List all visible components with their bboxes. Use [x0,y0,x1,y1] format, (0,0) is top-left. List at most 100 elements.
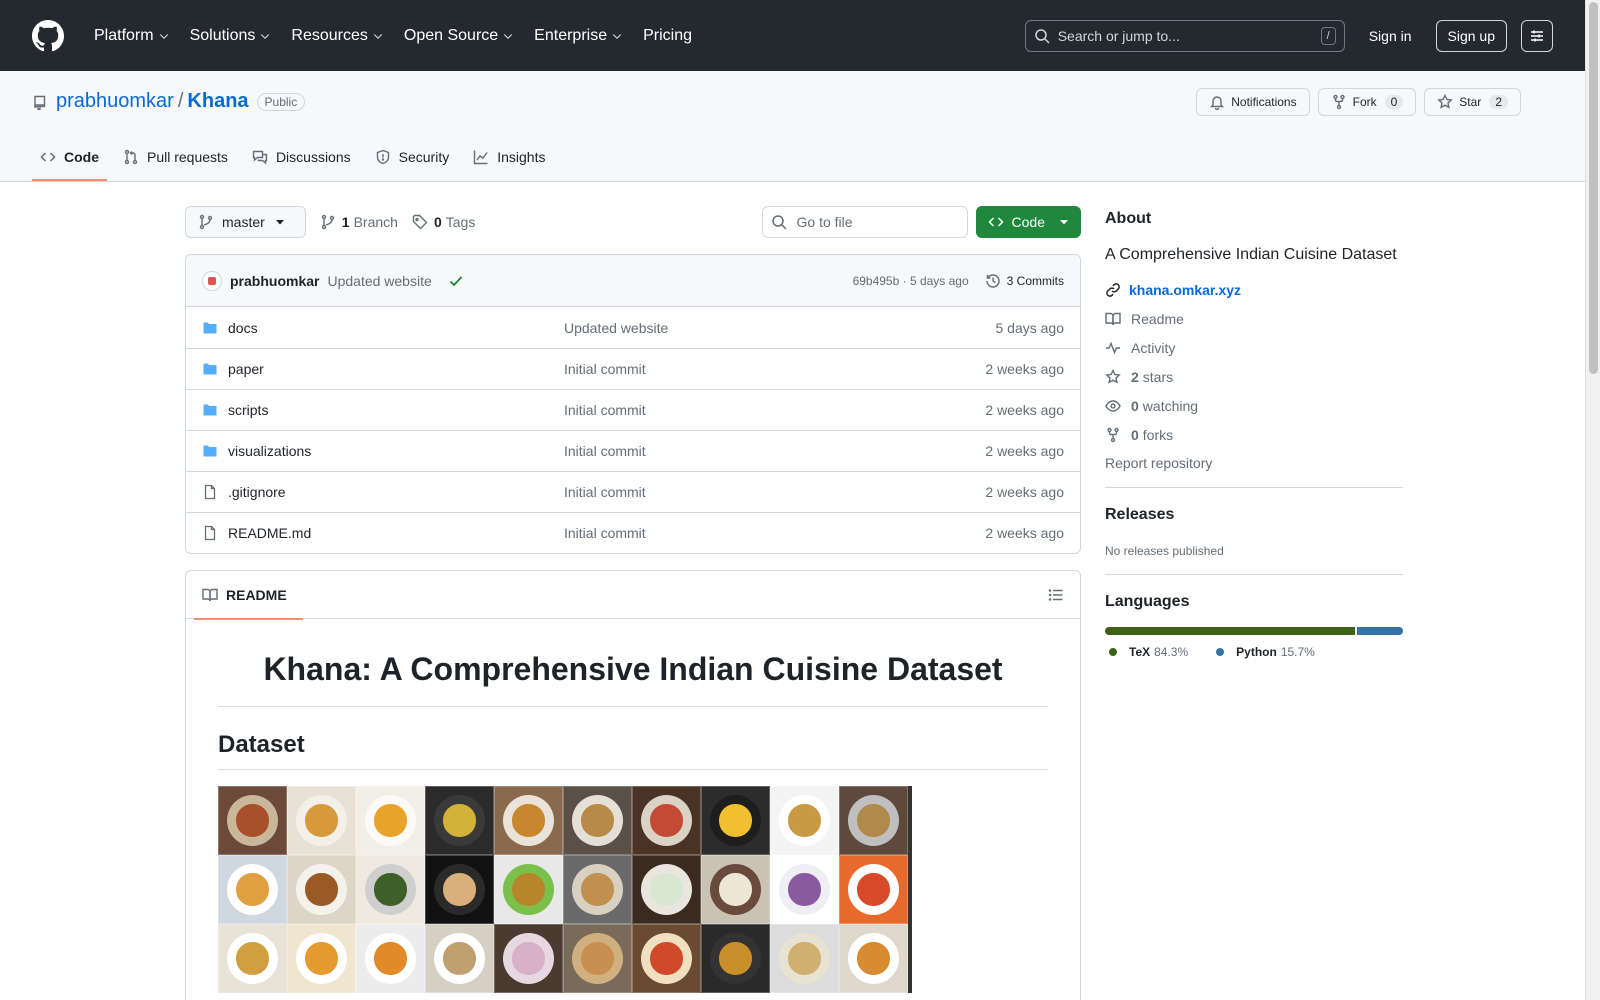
file-row[interactable]: paper Initial commit 2 weeks ago [186,348,1080,389]
commits-history-link[interactable]: 3 Commits [985,273,1064,289]
language-color-dot [1216,648,1225,656]
tags-link[interactable]: 0 Tags [412,214,475,230]
website-link[interactable]: khana.omkar.xyz [1105,282,1403,298]
tab-code[interactable]: Code [32,133,107,181]
page-scrollbar[interactable] [1585,0,1600,1000]
github-logo-icon[interactable] [32,19,64,52]
report-repository-link[interactable]: Report repository [1105,455,1403,471]
sign-in-link[interactable]: Sign in [1369,28,1412,44]
file-commit-message[interactable]: Updated website [564,320,996,336]
fork-button[interactable]: Fork 0 [1317,88,1417,116]
folder-icon [203,322,217,333]
nav-open-source[interactable]: Open Source [396,20,522,52]
file-commit-message[interactable]: Initial commit [564,525,985,541]
chevron-down-icon [612,33,622,39]
star-label: Star [1459,95,1482,109]
nav-platform[interactable]: Platform [86,20,178,52]
file-icon [204,525,216,541]
food-photo-tile [701,924,770,993]
commit-author-link[interactable]: prabhuomkar [230,273,319,289]
code-icon [40,152,56,162]
nav-enterprise[interactable]: Enterprise [526,20,631,52]
notifications-button[interactable]: Notifications [1196,88,1310,116]
sign-up-button[interactable]: Sign up [1435,19,1507,52]
file-name-link[interactable]: docs [228,320,564,336]
file-commit-message[interactable]: Initial commit [564,402,985,418]
food-photo-tile [494,855,563,924]
code-dropdown-button[interactable]: Code [975,206,1081,238]
food-photo-tile [494,786,563,855]
file-name-link[interactable]: paper [228,361,564,377]
food-photo-tile [563,786,632,855]
file-name-link[interactable]: .gitignore [228,484,564,500]
file-name-link[interactable]: README.md [228,525,564,541]
go-to-file-input[interactable]: Go to file [761,206,968,238]
caret-down-icon [275,220,284,225]
commit-meta: 69b495b · 5 days ago 3 Commits [853,273,1064,289]
tab-pull-requests[interactable]: Pull requests [115,133,236,181]
check-icon[interactable] [448,273,464,289]
commit-message-link[interactable]: Updated website [327,273,431,289]
readme-link[interactable]: Readme [1105,311,1403,327]
pull-request-icon [124,149,138,165]
branch-count: 1 [341,214,350,230]
language-item[interactable]: Python 15.7% [1212,645,1315,659]
tab-discussions[interactable]: Discussions [244,133,359,181]
git-branch-icon [199,214,213,230]
search-icon [1034,28,1050,44]
tab-insights[interactable]: Insights [465,133,553,181]
file-row[interactable]: docs Updated website 5 days ago [186,307,1080,348]
nav-label: Enterprise [534,26,608,44]
avatar[interactable] [202,270,222,291]
nav-solutions[interactable]: Solutions [182,20,280,52]
file-row[interactable]: README.md Initial commit 2 weeks ago [186,512,1080,553]
file-commit-message[interactable]: Initial commit [564,361,985,377]
file-row[interactable]: visualizations Initial commit 2 weeks ago [186,430,1080,471]
food-photo-tile [701,855,770,924]
branch-selector[interactable]: master [185,206,306,238]
file-commit-message[interactable]: Initial commit [564,484,985,500]
forks-link[interactable]: 0 forks [1105,427,1403,443]
file-commit-date: 5 days ago [995,319,1065,336]
language-percent: 15.7% [1280,645,1315,659]
file-commit-message[interactable]: Initial commit [564,443,985,459]
food-photo-tile [425,786,494,855]
language-bar-segment [1105,627,1355,635]
repo-name-link[interactable]: Khana [187,90,248,113]
about-heading: About [1105,210,1152,227]
releases-heading[interactable]: Releases [1105,506,1403,524]
outline-list-icon[interactable] [1048,587,1064,603]
star-button[interactable]: Star 2 [1424,88,1521,116]
dataset-image-collage [218,786,912,993]
star-icon [1105,369,1121,384]
nav-resources[interactable]: Resources [283,20,391,52]
commit-hash-time[interactable]: 69b495b · 5 days ago [853,274,969,288]
readme-tab[interactable]: README [194,571,303,620]
activity-link[interactable]: Activity [1105,340,1403,356]
food-photo-tile [839,924,908,993]
discussions-icon [252,150,268,165]
search-shortcut-key: / [1320,26,1336,45]
branches-link[interactable]: 1 Branch [320,214,398,230]
command-palette-button[interactable] [1521,19,1553,52]
nav-pricing[interactable]: Pricing [635,20,700,52]
global-search-input[interactable]: Search or jump to... / [1024,19,1345,52]
repo-owner-link[interactable]: prabhuomkar [56,90,174,113]
sliders-icon [1531,30,1543,41]
language-name: TeX [1129,645,1151,659]
tab-security[interactable]: Security [367,133,458,181]
tab-label: Code [64,149,99,165]
file-row[interactable]: scripts Initial commit 2 weeks ago [186,389,1080,430]
scrollbar-thumb[interactable] [1589,2,1598,374]
star-icon [1437,94,1454,109]
chevron-down-icon [261,33,270,39]
stars-link[interactable]: 2 stars [1105,369,1403,385]
file-row[interactable]: .gitignore Initial commit 2 weeks ago [186,471,1080,512]
file-name-link[interactable]: scripts [228,402,564,418]
link-icon [1106,283,1120,297]
file-name-link[interactable]: visualizations [228,443,564,459]
food-photo-tile [701,786,770,855]
watchers-link[interactable]: 0 watching [1105,398,1403,414]
language-item[interactable]: TeX 84.3% [1105,645,1188,659]
folder-icon [203,404,217,416]
